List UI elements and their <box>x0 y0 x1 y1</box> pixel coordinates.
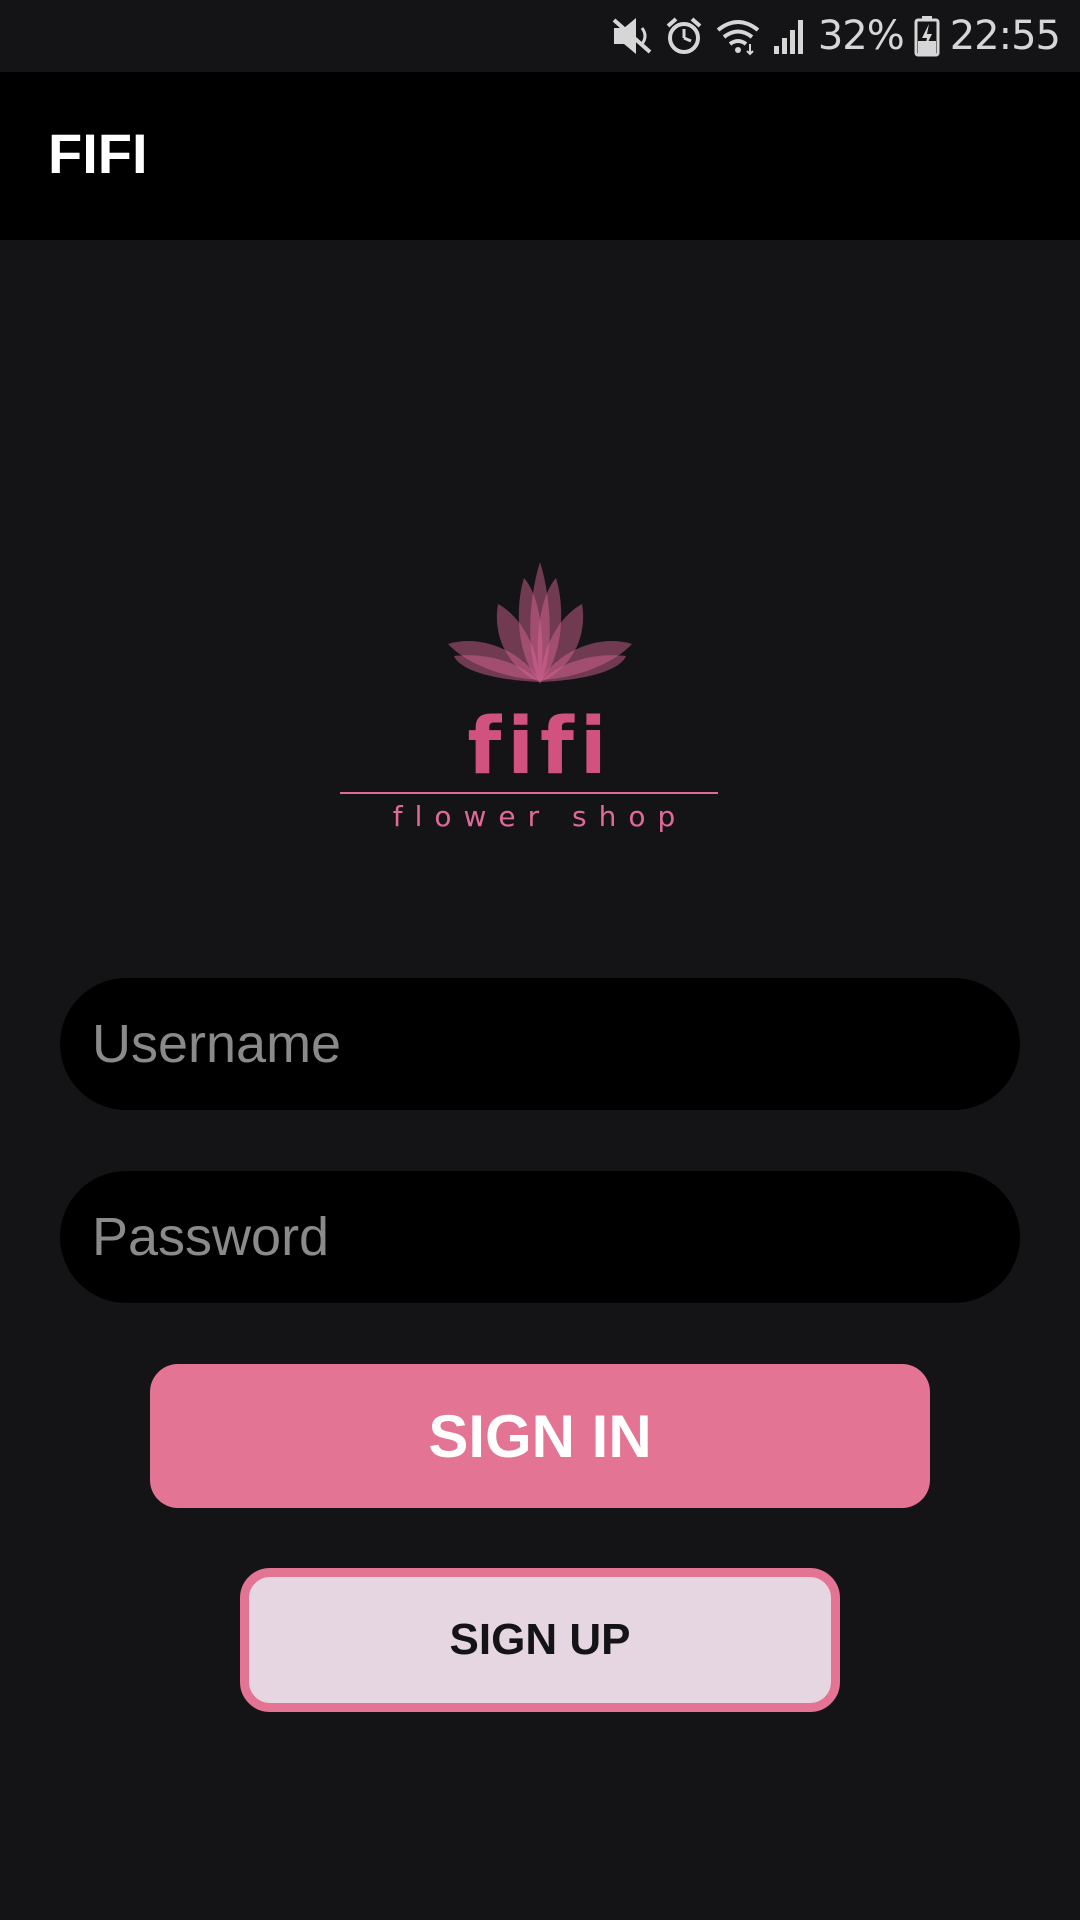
lotus-icon <box>448 562 632 684</box>
status-bar: 32% 22:55 <box>0 0 1080 72</box>
logo-name: fifi <box>467 702 613 792</box>
wifi-icon <box>714 16 762 56</box>
username-input[interactable] <box>90 1012 1020 1076</box>
sign-up-button[interactable]: SIGN UP <box>240 1568 840 1712</box>
clock: 22:55 <box>949 13 1061 59</box>
battery-charging-icon <box>914 15 940 57</box>
app-title: FIFI <box>48 122 148 185</box>
sign-in-button[interactable]: SIGN IN <box>150 1364 930 1508</box>
username-field[interactable] <box>60 978 1020 1110</box>
password-field[interactable] <box>60 1171 1020 1303</box>
logo-tagline: flower shop <box>392 800 688 833</box>
password-input[interactable] <box>90 1205 1020 1269</box>
battery-percent: 32% <box>817 13 905 59</box>
logo-divider <box>340 792 718 794</box>
mute-icon <box>610 16 654 56</box>
signal-icon <box>772 16 808 56</box>
app-bar: FIFI <box>0 72 1080 240</box>
logo: fifi flower shop <box>0 560 1080 880</box>
alarm-icon <box>664 16 704 56</box>
status-icons: 32% 22:55 <box>610 0 1061 72</box>
